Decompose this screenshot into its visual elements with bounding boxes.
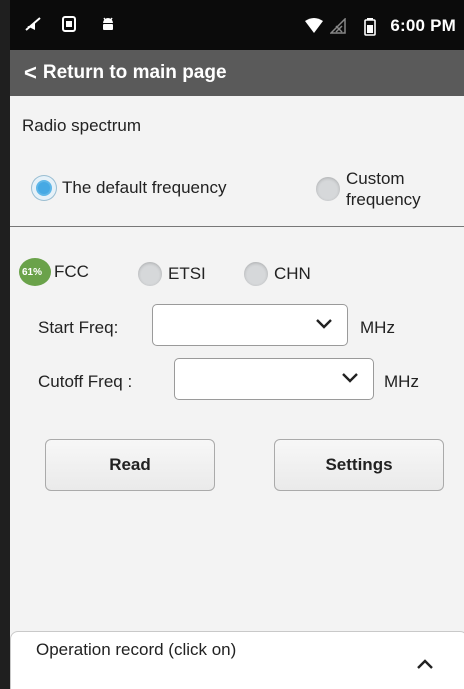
chevron-down-icon xyxy=(342,373,358,383)
radio-custom-frequency-label: Custom frequency xyxy=(346,168,421,210)
return-to-main-button[interactable]: < Return to main page xyxy=(10,50,464,96)
start-freq-label: Start Freq: xyxy=(38,318,119,337)
radio-fcc-label: FCC xyxy=(54,262,89,281)
section-title: Radio spectrum xyxy=(22,116,142,135)
start-freq-select[interactable] xyxy=(152,304,348,346)
cutoff-freq-label: Cutoff Freq : xyxy=(38,372,133,391)
radio-default-frequency-label: The default frequency xyxy=(62,178,227,197)
no-signal-icon xyxy=(329,17,347,34)
app-screen: 6:00 PM < Return to main page Radio spec… xyxy=(10,0,464,689)
chevron-down-icon xyxy=(316,319,332,329)
settings-button[interactable]: Settings xyxy=(274,439,444,491)
status-icons-right: 6:00 PM xyxy=(304,16,456,36)
android-icon xyxy=(100,16,116,32)
chevron-up-icon[interactable] xyxy=(416,658,434,670)
operation-record-label: Operation record (click on) xyxy=(36,640,237,659)
divider xyxy=(10,226,464,227)
radio-fcc[interactable]: FCC xyxy=(40,262,89,282)
radio-chn[interactable]: CHN xyxy=(244,262,311,286)
status-bar: 6:00 PM xyxy=(10,0,464,50)
radio-custom-frequency[interactable]: Custom frequency xyxy=(316,168,421,210)
wifi-icon xyxy=(304,18,324,34)
radio-selected-indicator xyxy=(32,176,56,200)
toolbar-title: Return to main page xyxy=(42,62,227,83)
badge-text: 61% xyxy=(22,267,43,278)
radio-custom-label-line2: frequency xyxy=(346,190,421,209)
start-freq-unit: MHz xyxy=(360,318,395,337)
operation-record-panel[interactable]: Operation record (click on) xyxy=(10,631,464,689)
status-icons-left xyxy=(24,16,116,32)
radio-chn-label: CHN xyxy=(274,264,311,283)
status-time: 6:00 PM xyxy=(390,16,456,35)
cutoff-freq-unit: MHz xyxy=(384,372,419,391)
cutoff-freq-select[interactable] xyxy=(174,358,374,400)
radio-etsi[interactable]: ETSI xyxy=(138,262,206,286)
radio-unselected-indicator xyxy=(244,262,268,286)
radio-custom-label-line1: Custom xyxy=(346,169,405,188)
radio-etsi-label: ETSI xyxy=(168,264,206,283)
back-icon: < xyxy=(24,60,37,85)
read-button[interactable]: Read xyxy=(45,439,215,491)
sound-off-icon xyxy=(24,16,41,32)
sim-card-icon xyxy=(62,16,78,32)
radio-unselected-indicator xyxy=(316,177,340,201)
battery-icon xyxy=(364,18,380,36)
radio-default-frequency[interactable]: The default frequency xyxy=(32,176,226,200)
radio-unselected-indicator xyxy=(138,262,162,286)
